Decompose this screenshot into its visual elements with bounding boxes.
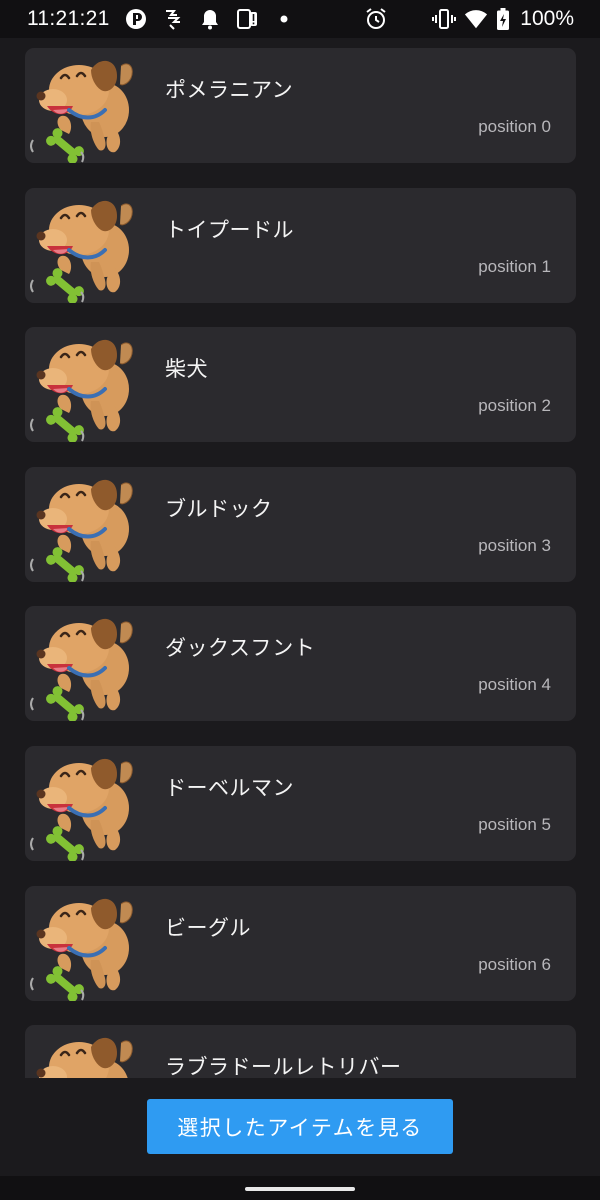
item-position-label: position 6 (478, 954, 551, 974)
breed-name: ブルドック (165, 496, 273, 521)
home-gesture-handle[interactable] (245, 1187, 355, 1191)
battery-percentage: 100% (520, 7, 574, 30)
phone-alert-icon (235, 7, 259, 31)
item-position-label: position 3 (478, 535, 551, 555)
breed-list-item[interactable]: ブルドック position 3 (25, 466, 576, 582)
dog-with-bone-icon (30, 758, 133, 861)
breed-list-item[interactable]: ビーグル position 6 (25, 885, 576, 1001)
breed-name: トイプードル (165, 217, 294, 242)
dog-with-bone-icon (30, 200, 133, 303)
breed-list-item[interactable]: ラブラドールレトリバーposition 7 (25, 1025, 576, 1078)
item-position-label: position 2 (478, 396, 551, 416)
breed-list-content: ポメラニアン position 0 トイプードル position 1 柴犬 p… (25, 48, 576, 1078)
dog-with-bone-icon (30, 60, 133, 163)
breed-list-item[interactable]: トイプードル position 1 (25, 187, 576, 303)
breed-name: ポメラニアン (165, 78, 294, 102)
dot-icon (272, 7, 296, 31)
app-screen: 11:21:21 100% ポメラニアン position 0 トイプードル p… (0, 0, 600, 1200)
breed-name: ビーグル (165, 915, 251, 940)
breed-name: 柴犬 (165, 357, 208, 382)
item-position-label: position 0 (478, 117, 551, 136)
breed-list[interactable]: ポメラニアン position 0 トイプードル position 1 柴犬 p… (0, 38, 600, 1078)
navigation-bar (0, 1176, 600, 1200)
wifi-icon (464, 7, 488, 31)
breed-list-item[interactable]: ポメラニアン position 0 (25, 48, 576, 163)
item-position-label: position 4 (478, 675, 551, 695)
breed-name: ダックスフント (165, 636, 316, 661)
view-selected-items-button[interactable]: 選択したアイテムを見る (147, 1099, 453, 1154)
dog-with-bone-icon (30, 619, 133, 722)
item-position-label: position 5 (478, 814, 551, 834)
breed-name: ラブラドールレトリバー (165, 1055, 402, 1078)
dog-with-bone-icon (30, 898, 133, 1001)
status-time: 11:21:21 (27, 7, 110, 30)
breed-list-item[interactable]: ドーベルマン position 5 (25, 745, 576, 861)
bottom-action-area: 選択したアイテムを見る (0, 1078, 600, 1176)
status-bar: 11:21:21 100% (0, 0, 600, 38)
item-position-label: position 1 (478, 256, 551, 276)
pinwheel-icon (161, 7, 185, 31)
dog-with-bone-icon (30, 340, 133, 443)
app-notification-icon (124, 7, 148, 31)
breed-list-item[interactable]: ダックスフント position 4 (25, 606, 576, 722)
breed-list-item[interactable]: 柴犬 position 2 (25, 327, 576, 443)
vibrate-icon (432, 7, 457, 31)
dog-with-bone-icon (36, 1037, 133, 1078)
dog-with-bone-icon (30, 479, 133, 582)
alarm-icon (364, 7, 388, 31)
breed-name: ドーベルマン (165, 775, 294, 800)
battery-icon (496, 7, 510, 31)
bell-icon (198, 7, 222, 31)
